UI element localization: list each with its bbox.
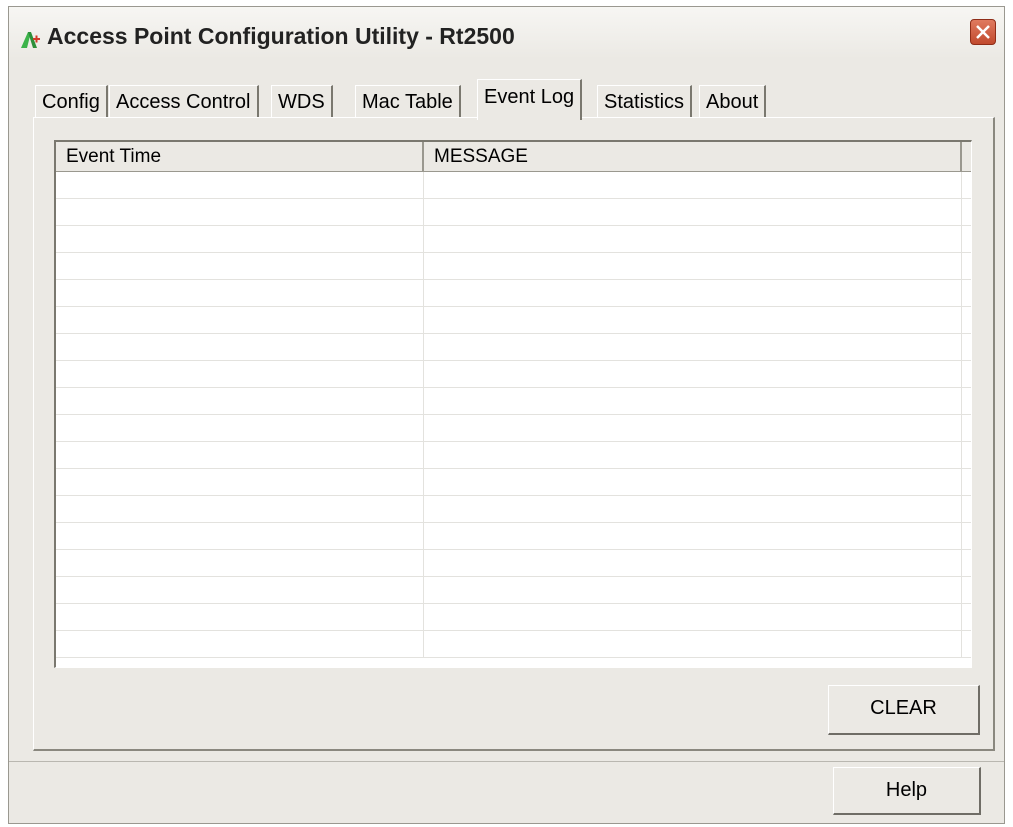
cell-event-time	[56, 469, 424, 495]
cell-event-time	[56, 226, 424, 252]
cell-message	[424, 577, 962, 603]
table-row[interactable]	[56, 253, 971, 280]
app-logo-icon	[21, 32, 40, 48]
list-body	[56, 172, 971, 667]
table-row[interactable]	[56, 577, 971, 604]
cell-message	[424, 253, 962, 279]
table-row[interactable]	[56, 415, 971, 442]
table-row[interactable]	[56, 496, 971, 523]
cell-event-time	[56, 199, 424, 225]
cell-event-time	[56, 550, 424, 576]
cell-message	[424, 523, 962, 549]
table-row[interactable]	[56, 469, 971, 496]
cell-message	[424, 604, 962, 630]
cell-message	[424, 226, 962, 252]
table-row[interactable]	[56, 604, 971, 631]
cell-event-time	[56, 172, 424, 198]
table-row[interactable]	[56, 550, 971, 577]
table-row[interactable]	[56, 631, 971, 658]
cell-event-time	[56, 253, 424, 279]
table-row[interactable]	[56, 388, 971, 415]
bottom-divider	[9, 761, 1004, 762]
cell-message	[424, 496, 962, 522]
event-log-list[interactable]: Event Time MESSAGE	[54, 140, 972, 668]
tab-access-control[interactable]: Access Control	[109, 85, 259, 117]
cell-event-time	[56, 577, 424, 603]
tab-mac-table[interactable]: Mac Table	[355, 85, 461, 117]
cell-event-time	[56, 415, 424, 441]
window-title: Access Point Configuration Utility - Rt2…	[47, 23, 515, 49]
cell-message	[424, 388, 962, 414]
table-row[interactable]	[56, 280, 971, 307]
cell-message	[424, 199, 962, 225]
title-bar[interactable]: Access Point Configuration Utility - Rt2…	[9, 7, 1004, 59]
cell-message	[424, 307, 962, 333]
tab-event-log[interactable]: Event Log	[477, 79, 583, 120]
table-row[interactable]	[56, 361, 971, 388]
cell-message	[424, 550, 962, 576]
tab-wds[interactable]: WDS	[271, 85, 333, 117]
cell-event-time	[56, 604, 424, 630]
table-row[interactable]	[56, 334, 971, 361]
tab-statistics[interactable]: Statistics	[597, 85, 693, 117]
clear-button[interactable]: CLEAR	[828, 685, 980, 735]
cell-event-time	[56, 307, 424, 333]
close-button[interactable]	[970, 19, 996, 45]
cell-message	[424, 415, 962, 441]
cell-message	[424, 442, 962, 468]
cell-message	[424, 172, 962, 198]
cell-message	[424, 334, 962, 360]
help-button[interactable]: Help	[833, 767, 981, 815]
tab-config[interactable]: Config	[35, 85, 108, 117]
cell-event-time	[56, 496, 424, 522]
app-window: Access Point Configuration Utility - Rt2…	[8, 6, 1005, 824]
cell-message	[424, 361, 962, 387]
table-row[interactable]	[56, 199, 971, 226]
cell-event-time	[56, 280, 424, 306]
table-row[interactable]	[56, 172, 971, 199]
list-header: Event Time MESSAGE	[56, 142, 971, 172]
cell-message	[424, 280, 962, 306]
cell-event-time	[56, 442, 424, 468]
cell-event-time	[56, 523, 424, 549]
cell-event-time	[56, 631, 424, 657]
cell-message	[424, 631, 962, 657]
event-log-panel: Event Time MESSAGE CLEAR	[33, 117, 995, 751]
close-icon	[976, 25, 990, 39]
cell-event-time	[56, 361, 424, 387]
tab-about[interactable]: About	[699, 85, 767, 117]
table-row[interactable]	[56, 307, 971, 334]
column-header-event-time[interactable]: Event Time	[56, 142, 424, 171]
table-row[interactable]	[56, 523, 971, 550]
cell-event-time	[56, 334, 424, 360]
table-row[interactable]	[56, 226, 971, 253]
cell-event-time	[56, 388, 424, 414]
column-header-message[interactable]: MESSAGE	[424, 142, 962, 171]
table-row[interactable]	[56, 442, 971, 469]
cell-message	[424, 469, 962, 495]
